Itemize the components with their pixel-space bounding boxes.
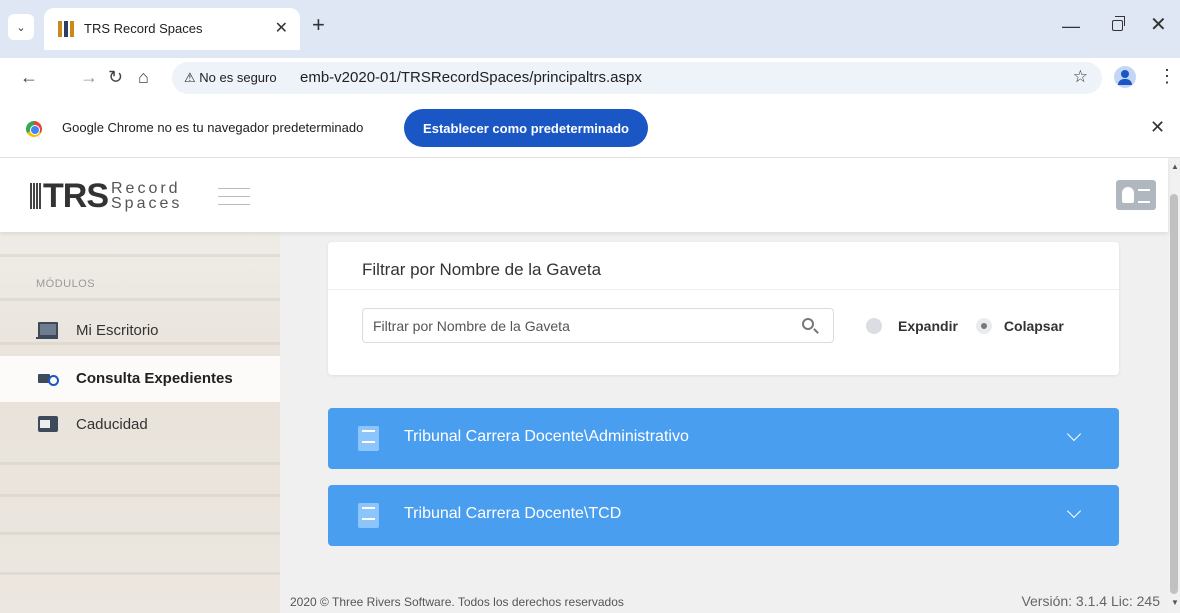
expand-collapse-options: Expandir Colapsar [866, 316, 1082, 336]
sidebar-texture [0, 462, 280, 465]
tab-search-icon[interactable]: ⌄ [8, 14, 34, 40]
url-text[interactable]: emb-v2020-01/TRSRecordSpaces/principaltr… [300, 69, 642, 86]
colapsar-radio-dot[interactable] [975, 318, 992, 334]
chevron-down-icon[interactable] [1066, 503, 1082, 519]
sidebar-texture [0, 298, 280, 301]
truck-search-icon [38, 370, 59, 386]
security-warning[interactable]: ⚠ No es seguro [184, 70, 277, 86]
sidebar-item-label: Consulta Expedientes [76, 370, 233, 387]
sidebar-texture [0, 572, 280, 575]
reload-icon[interactable]: ↻ [108, 66, 123, 88]
page-scrollbar[interactable]: ▲ ▼ [1168, 158, 1180, 613]
file-cabinet-icon [358, 426, 379, 451]
app-header: TRS Record Spaces [0, 158, 1168, 232]
sidebar-heading: MÓDULOS [36, 278, 96, 290]
calendar-icon [38, 416, 58, 432]
sidebar-item-label: Mi Escritorio [76, 322, 159, 339]
footer-copyright: 2020 © Three Rivers Software. Todos los … [290, 595, 624, 609]
filter-divider [328, 289, 1119, 290]
tab-close-icon[interactable]: ✕ [275, 18, 288, 38]
chevron-down-icon[interactable] [1066, 426, 1082, 442]
trs-favicon-icon [58, 21, 74, 37]
user-card-icon[interactable] [1116, 180, 1156, 210]
expandir-radio[interactable]: Expandir [866, 318, 958, 334]
home-icon[interactable]: ⌂ [138, 66, 149, 88]
browser-tab[interactable]: TRS Record Spaces ✕ [44, 8, 300, 50]
drawer-label[interactable]: Tribunal Carrera Docente\TCD [404, 505, 621, 523]
drawer-label[interactable]: Tribunal Carrera Docente\Administrativo [404, 428, 689, 446]
logo-record-spaces: Record Spaces [111, 180, 183, 212]
address-bar[interactable]: ⚠ No es seguro emb-v2020-01/TRSRecordSpa… [172, 62, 1102, 94]
chrome-logo-icon [26, 121, 42, 137]
restore-icon[interactable] [1112, 16, 1125, 31]
bookmark-star-icon[interactable]: ☆ [1073, 67, 1088, 87]
menu-toggle-icon[interactable] [218, 188, 250, 206]
browser-menu-icon[interactable]: ⋮ [1158, 66, 1176, 87]
colapsar-radio[interactable]: Colapsar [975, 318, 1064, 334]
infobar-message: Google Chrome no es tu navegador predete… [62, 120, 364, 135]
minimize-icon[interactable]: — [1062, 16, 1080, 37]
default-browser-infobar: Google Chrome no es tu navegador predete… [0, 100, 1180, 158]
sidebar-texture [0, 494, 280, 497]
sidebar-item-caducidad[interactable]: Caducidad [0, 402, 280, 448]
logo-trs-text: TRS [43, 177, 109, 215]
tab-title: TRS Record Spaces [84, 21, 203, 36]
expandir-label[interactable]: Expandir [898, 318, 958, 334]
browser-tab-strip: ⌄ TRS Record Spaces ✕ + — ✕ [0, 0, 1180, 58]
scroll-thumb[interactable] [1170, 194, 1178, 594]
set-default-button[interactable]: Establecer como predeterminado [404, 109, 648, 147]
scroll-down-icon[interactable]: ▼ [1171, 598, 1179, 607]
laptop-icon [36, 322, 58, 339]
footer-version: Versión: 3.1.4 Lic: 245 [1021, 593, 1160, 609]
sidebar-item-consulta-expedientes[interactable]: Consulta Expedientes [0, 356, 280, 402]
profile-avatar-icon[interactable] [1114, 66, 1136, 88]
logo-record-text: Record [111, 180, 181, 197]
search-icon[interactable] [802, 318, 814, 330]
infobar-close-icon[interactable]: ✕ [1150, 117, 1165, 138]
logo-bars-icon [30, 183, 41, 209]
sidebar: MÓDULOS Mi Escritorio Consulta Expedient… [0, 232, 280, 613]
file-cabinet-icon [358, 503, 379, 528]
window-close-icon[interactable]: ✕ [1150, 12, 1167, 37]
expandir-radio-dot[interactable] [866, 318, 882, 334]
main-content: Filtrar por Nombre de la Gaveta Expandir… [280, 232, 1168, 613]
back-icon[interactable]: ← [20, 66, 38, 88]
sidebar-texture [0, 532, 280, 535]
sidebar-item-mi-escritorio[interactable]: Mi Escritorio [0, 308, 280, 354]
logo-spaces-text: Spaces [111, 195, 183, 212]
new-tab-icon[interactable]: + [312, 14, 325, 36]
browser-toolbar: ← → ↻ ⌂ ⚠ No es seguro emb-v2020-01/TRSR… [0, 58, 1180, 98]
drawer-panel-administrativo[interactable]: Tribunal Carrera Docente\Administrativo [328, 408, 1119, 469]
filter-card: Filtrar por Nombre de la Gaveta Expandir… [328, 242, 1119, 375]
drawer-filter-input[interactable] [362, 308, 834, 343]
sidebar-texture [0, 254, 280, 257]
colapsar-label[interactable]: Colapsar [1004, 318, 1064, 334]
drawer-panel-tcd[interactable]: Tribunal Carrera Docente\TCD [328, 485, 1119, 546]
sidebar-item-label: Caducidad [76, 416, 148, 433]
forward-icon[interactable]: → [80, 66, 98, 88]
filter-title: Filtrar por Nombre de la Gaveta [362, 260, 602, 279]
trs-logo[interactable]: TRS Record Spaces [30, 176, 182, 216]
scroll-up-icon[interactable]: ▲ [1171, 162, 1179, 171]
